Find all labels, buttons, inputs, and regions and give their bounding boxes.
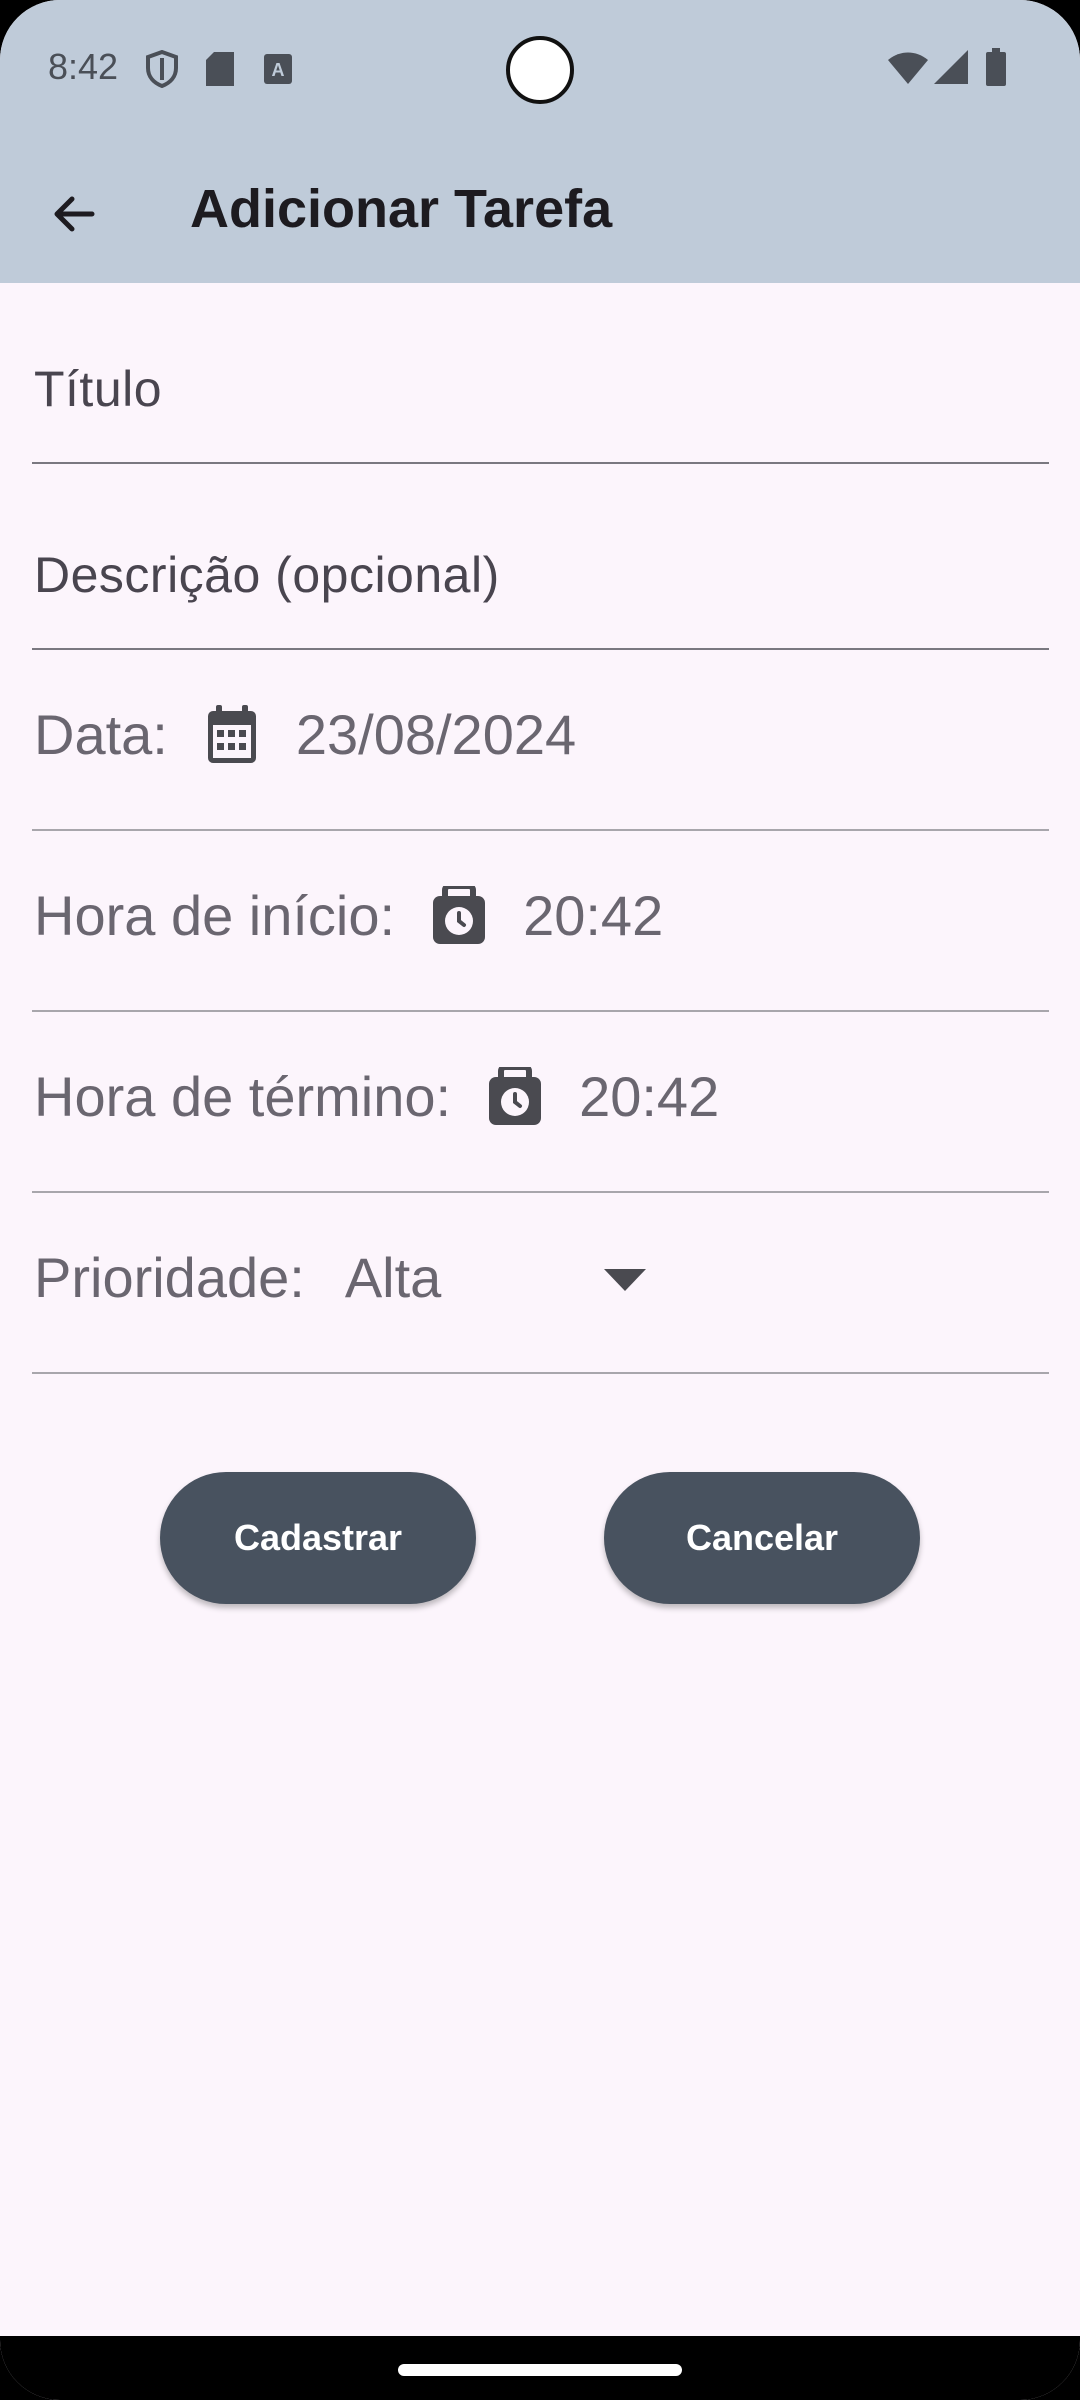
start-time-row[interactable]: Hora de início: 20:42	[32, 831, 1049, 1012]
end-time-row[interactable]: Hora de término: 20:42	[32, 1012, 1049, 1193]
title-placeholder: Título	[34, 361, 163, 417]
priority-label: Prioridade:	[34, 1246, 305, 1309]
description-field[interactable]: Descrição (opcional)	[32, 464, 1049, 650]
clock-icon	[489, 1066, 542, 1125]
dropdown-arrow-icon[interactable]	[604, 1269, 646, 1291]
start-time-label: Hora de início:	[34, 884, 396, 947]
page-title: Adicionar Tarefa	[190, 179, 613, 239]
back-button[interactable]	[30, 170, 118, 258]
title-field[interactable]: Título	[32, 283, 1049, 464]
date-value: 23/08/2024	[295, 703, 577, 766]
home-indicator[interactable]	[398, 2364, 682, 2376]
arrow-left-icon	[54, 196, 95, 232]
task-form: Título Descrição (opcional) Data: 23/08/…	[32, 283, 1049, 1374]
action-buttons: Cadastrar Cancelar	[0, 1472, 1080, 1604]
wifi-icon	[888, 52, 928, 84]
date-label: Data:	[34, 703, 168, 766]
priority-dropdown[interactable]: Alta	[345, 1245, 442, 1310]
end-time-label: Hora de término:	[34, 1065, 452, 1128]
calendar-icon	[207, 704, 256, 763]
description-placeholder: Descrição (opcional)	[34, 547, 500, 603]
svg-text:A: A	[272, 60, 285, 80]
end-time-value: 20:42	[579, 1065, 720, 1128]
signal-icon	[934, 50, 968, 84]
shield-icon	[146, 50, 178, 88]
phone-screen: 8:42 A Adicionar Tarefa Título Descrição…	[0, 0, 1080, 2400]
a-badge-icon: A	[264, 54, 292, 84]
app-bar: Adicionar Tarefa	[0, 140, 1080, 283]
sd-card-icon	[206, 52, 234, 86]
cancelar-button[interactable]: Cancelar	[604, 1472, 920, 1604]
status-time: 8:42	[48, 46, 119, 87]
date-row[interactable]: Data: 23/08/2024	[32, 650, 1049, 831]
clock-icon	[433, 885, 486, 944]
start-time-value: 20:42	[523, 884, 664, 947]
status-bar: 8:42 A	[0, 0, 1080, 140]
camera-cutout	[506, 36, 574, 104]
cadastrar-button[interactable]: Cadastrar	[160, 1472, 476, 1604]
battery-icon	[986, 48, 1006, 86]
priority-row: Prioridade: Alta	[32, 1193, 1049, 1374]
